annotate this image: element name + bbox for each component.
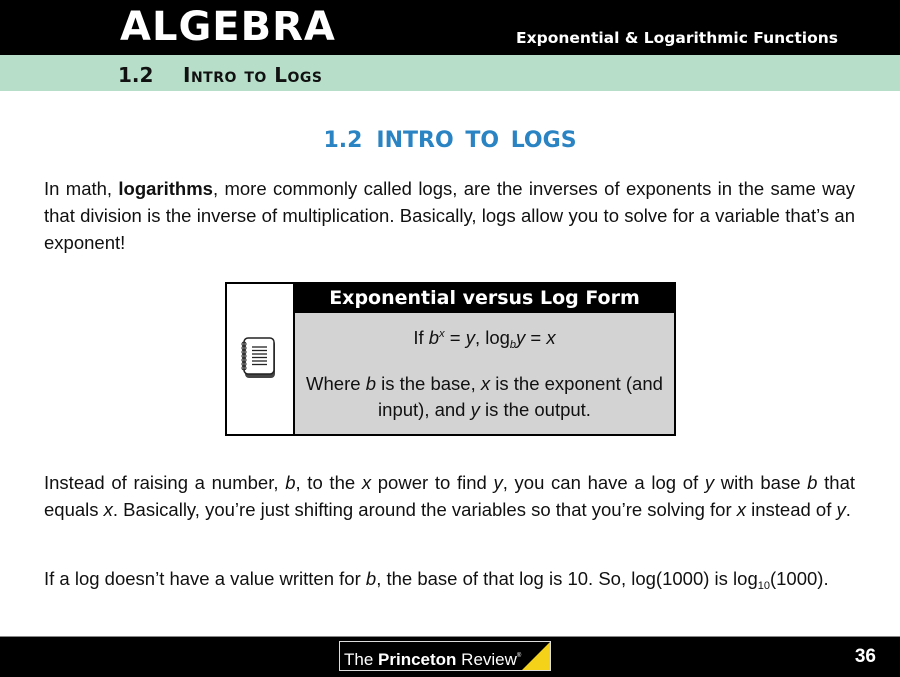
var-b: b: [428, 327, 440, 348]
chapter-title: Exponential & Logarithmic Functions: [516, 29, 838, 47]
var-b: b: [807, 472, 818, 493]
var-y: y: [470, 399, 480, 420]
logo-text: The Princeton Review®: [344, 642, 522, 670]
text: , log: [474, 327, 510, 348]
princeton-review-logo: The Princeton Review®: [339, 641, 551, 671]
text: =: [525, 327, 547, 348]
var-y: y: [465, 327, 475, 348]
text: power to find: [371, 472, 494, 493]
text: Review: [456, 650, 517, 669]
var-y: y: [493, 472, 503, 493]
text: In math,: [44, 178, 119, 199]
var-b: b: [365, 568, 377, 589]
page-heading: 1.2 INTRO TO LOGS: [0, 127, 900, 155]
var-x: x: [103, 499, 113, 520]
var-x: x: [736, 499, 746, 520]
callout-title: Exponential versus Log Form: [295, 284, 674, 313]
subject-title: ALGEBRA: [120, 4, 336, 50]
text: .: [845, 499, 851, 520]
heading-title: INTRO TO LOGS: [376, 128, 577, 153]
text: is the base,: [375, 373, 481, 394]
text: , the base of that log is 10. So, log(10…: [376, 568, 758, 589]
base-ten-paragraph: If a log doesn’t have a value written fo…: [44, 565, 855, 592]
page-number: 36: [854, 646, 876, 667]
var-y: y: [836, 499, 846, 520]
section-number: 1.2: [118, 63, 154, 87]
formula-explanation: Where b is the base, x is the exponent (…: [295, 371, 674, 423]
var-x: x: [361, 472, 372, 493]
registered-mark: ®: [516, 653, 522, 659]
log-base-subscript: 10: [757, 580, 770, 592]
text: =: [444, 327, 466, 348]
notebook-icon: [241, 337, 275, 378]
section-name: Intro to Logs: [183, 63, 323, 87]
var-x: x: [480, 373, 491, 394]
text: , you can have a log of: [502, 472, 705, 493]
text: . Basically, you’re just shifting around…: [112, 499, 737, 520]
explanation-paragraph: Instead of raising a number, b, to the x…: [44, 469, 855, 523]
text: , to the: [295, 472, 362, 493]
intro-paragraph: In math, logarithms, more commonly calle…: [44, 175, 855, 256]
text: instead of: [746, 499, 837, 520]
text: Instead of raising a number,: [44, 472, 286, 493]
logo-accent-wedge: [522, 642, 550, 670]
var-b: b: [365, 373, 376, 394]
var-y: y: [516, 327, 526, 348]
var-y: y: [704, 472, 715, 493]
text: (1000).: [769, 568, 829, 589]
callout-icon-cell: [227, 284, 295, 434]
callout-body: If bx = y, logby = x Where b is the base…: [295, 313, 674, 434]
var-x: x: [546, 327, 556, 348]
text: Where: [306, 373, 366, 394]
var-b: b: [285, 472, 296, 493]
text: with base: [714, 472, 808, 493]
log-formula: If bx = y, logby = x: [295, 325, 674, 351]
text: Princeton: [378, 650, 457, 669]
text: The: [344, 650, 379, 669]
text: If a log doesn’t have a value written fo…: [44, 568, 366, 589]
definition-callout: Exponential versus Log Form If bx = y, l…: [225, 282, 676, 436]
text: is the output.: [479, 399, 591, 420]
term-logarithms: logarithms: [118, 178, 213, 199]
heading-number: 1.2: [323, 128, 363, 153]
text: If: [413, 327, 429, 348]
